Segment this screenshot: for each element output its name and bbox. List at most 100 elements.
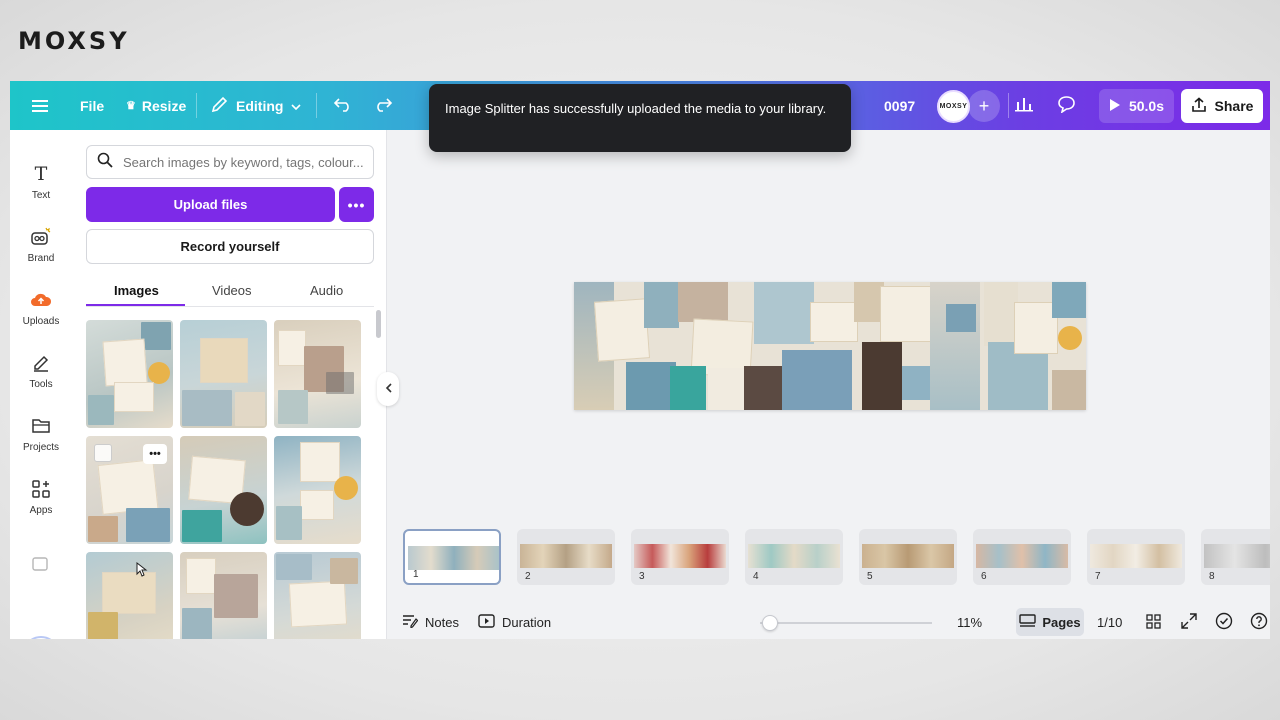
insights-button[interactable] xyxy=(1015,81,1033,130)
chevron-down-icon xyxy=(291,98,302,114)
redo-button[interactable] xyxy=(373,81,393,130)
add-collaborator-button[interactable]: + xyxy=(968,90,1000,122)
share-button[interactable]: Share xyxy=(1181,89,1263,123)
image-thumbnail[interactable] xyxy=(86,552,173,639)
page-thumbnail-1[interactable]: 1 xyxy=(403,529,501,585)
more-dots-icon: ••• xyxy=(149,448,161,460)
rail-item-more[interactable] xyxy=(10,550,72,606)
rail-item-label: Apps xyxy=(29,505,53,516)
thumbnail-more-button[interactable]: ••• xyxy=(143,444,167,464)
rail-item-apps[interactable]: Apps xyxy=(10,475,72,531)
editing-label: Editing xyxy=(236,97,284,114)
apps-icon xyxy=(31,475,51,503)
pages-view-button[interactable]: Pages xyxy=(1016,608,1084,636)
rail-item-uploads[interactable]: Uploads xyxy=(10,286,72,342)
design-canvas-page[interactable] xyxy=(574,282,1086,410)
present-button[interactable]: 50.0s xyxy=(1099,89,1174,123)
page-number: 4 xyxy=(753,571,759,582)
page-thumbnail-7[interactable]: 7 xyxy=(1087,529,1185,585)
pages-icon xyxy=(1019,613,1037,631)
avatar[interactable]: MOXSY xyxy=(937,90,970,123)
fullscreen-button[interactable] xyxy=(1181,606,1197,639)
media-tabs: Images Videos Audio xyxy=(86,273,374,307)
folder-icon xyxy=(31,412,51,440)
rail-item-label: Text xyxy=(31,190,51,201)
editor-window: File ♛ Resize Editing 0097 MOXSY + 50.0s… xyxy=(10,81,1270,639)
page-thumbnail-5[interactable]: 5 xyxy=(859,529,957,585)
select-checkbox[interactable] xyxy=(94,444,112,462)
left-rail: T Text Brand Uploads Tools Projects Apps xyxy=(10,130,72,639)
comments-button[interactable] xyxy=(1057,81,1076,130)
rail-item-text[interactable]: T Text xyxy=(10,160,72,216)
page-thumbnail-8[interactable]: 8 xyxy=(1201,529,1270,585)
resize-button[interactable]: ♛ Resize xyxy=(126,81,186,130)
zoom-slider-track[interactable] xyxy=(760,622,932,624)
collapse-panel-button[interactable] xyxy=(377,372,399,406)
chevron-left-icon xyxy=(385,382,392,396)
page-number: 3 xyxy=(639,571,645,582)
page-preview xyxy=(1090,544,1182,568)
image-thumbnail[interactable] xyxy=(180,320,267,428)
brand-icon xyxy=(30,223,52,251)
page-thumbnail-2[interactable]: 2 xyxy=(517,529,615,585)
undo-button[interactable] xyxy=(333,81,353,130)
toolbar-divider xyxy=(316,93,317,118)
moxsy-logo: MOXSY xyxy=(18,27,130,55)
zoom-slider-handle[interactable] xyxy=(762,615,778,631)
search-input[interactable] xyxy=(123,154,368,170)
rail-item-brand[interactable]: Brand xyxy=(10,223,72,279)
image-thumbnail[interactable] xyxy=(274,436,361,544)
notes-button[interactable]: Notes xyxy=(402,606,459,639)
grid-view-button[interactable] xyxy=(1146,606,1161,639)
magic-assistant-button[interactable] xyxy=(22,636,60,639)
uploads-icon xyxy=(30,286,52,314)
text-icon: T xyxy=(34,163,48,185)
page-thumbnail-4[interactable]: 4 xyxy=(745,529,843,585)
tab-images[interactable]: Images xyxy=(114,273,159,307)
record-yourself-button[interactable]: Record yourself xyxy=(86,229,374,264)
document-title[interactable]: 0097 xyxy=(884,81,915,130)
timer-icon xyxy=(478,614,495,631)
file-menu[interactable]: File xyxy=(80,81,104,130)
page-preview xyxy=(408,546,499,570)
page-number: 7 xyxy=(1095,571,1101,582)
active-tab-indicator xyxy=(86,304,185,306)
image-thumbnail-hovered[interactable]: ••• xyxy=(86,436,173,544)
search-icon xyxy=(97,152,113,173)
help-button[interactable] xyxy=(1250,606,1268,639)
editing-mode-dropdown[interactable]: Editing xyxy=(211,81,302,130)
upload-files-button[interactable]: Upload files xyxy=(86,187,335,222)
rail-item-label: Brand xyxy=(27,253,55,264)
more-dots-icon: ••• xyxy=(347,196,366,213)
rail-item-tools[interactable]: Tools xyxy=(10,349,72,405)
pencil-icon xyxy=(211,96,228,116)
menu-button[interactable] xyxy=(32,81,48,130)
page-preview xyxy=(976,544,1068,568)
image-thumbnail[interactable] xyxy=(274,552,361,639)
crown-icon: ♛ xyxy=(126,100,136,112)
play-icon xyxy=(1109,98,1121,115)
tab-videos[interactable]: Videos xyxy=(212,273,252,307)
upload-more-options-button[interactable]: ••• xyxy=(339,187,374,222)
notes-label: Notes xyxy=(425,615,459,630)
duration-button[interactable]: Duration xyxy=(478,606,551,639)
page-counter[interactable]: 1/10 xyxy=(1097,606,1122,639)
panel-scrollbar[interactable] xyxy=(376,310,381,338)
page-thumbnail-6[interactable]: 6 xyxy=(973,529,1071,585)
zoom-level[interactable]: 11% xyxy=(957,606,982,639)
image-thumbnail[interactable] xyxy=(180,552,267,639)
rail-item-projects[interactable]: Projects xyxy=(10,412,72,468)
image-thumbnail[interactable] xyxy=(274,320,361,428)
search-box[interactable] xyxy=(86,145,374,179)
plus-icon: + xyxy=(978,95,990,116)
check-button[interactable] xyxy=(1215,606,1233,639)
page-thumbnail-3[interactable]: 3 xyxy=(631,529,729,585)
tab-audio[interactable]: Audio xyxy=(310,273,343,307)
page-number: 5 xyxy=(867,571,873,582)
image-thumbnail[interactable] xyxy=(180,436,267,544)
image-thumbnail[interactable] xyxy=(86,320,173,428)
page-preview xyxy=(634,544,726,568)
play-duration: 50.0s xyxy=(1128,98,1165,114)
upload-success-toast: Image Splitter has successfully uploaded… xyxy=(429,84,851,152)
bottom-toolbar: Notes Duration 11% Pages 1/10 xyxy=(390,606,1270,639)
